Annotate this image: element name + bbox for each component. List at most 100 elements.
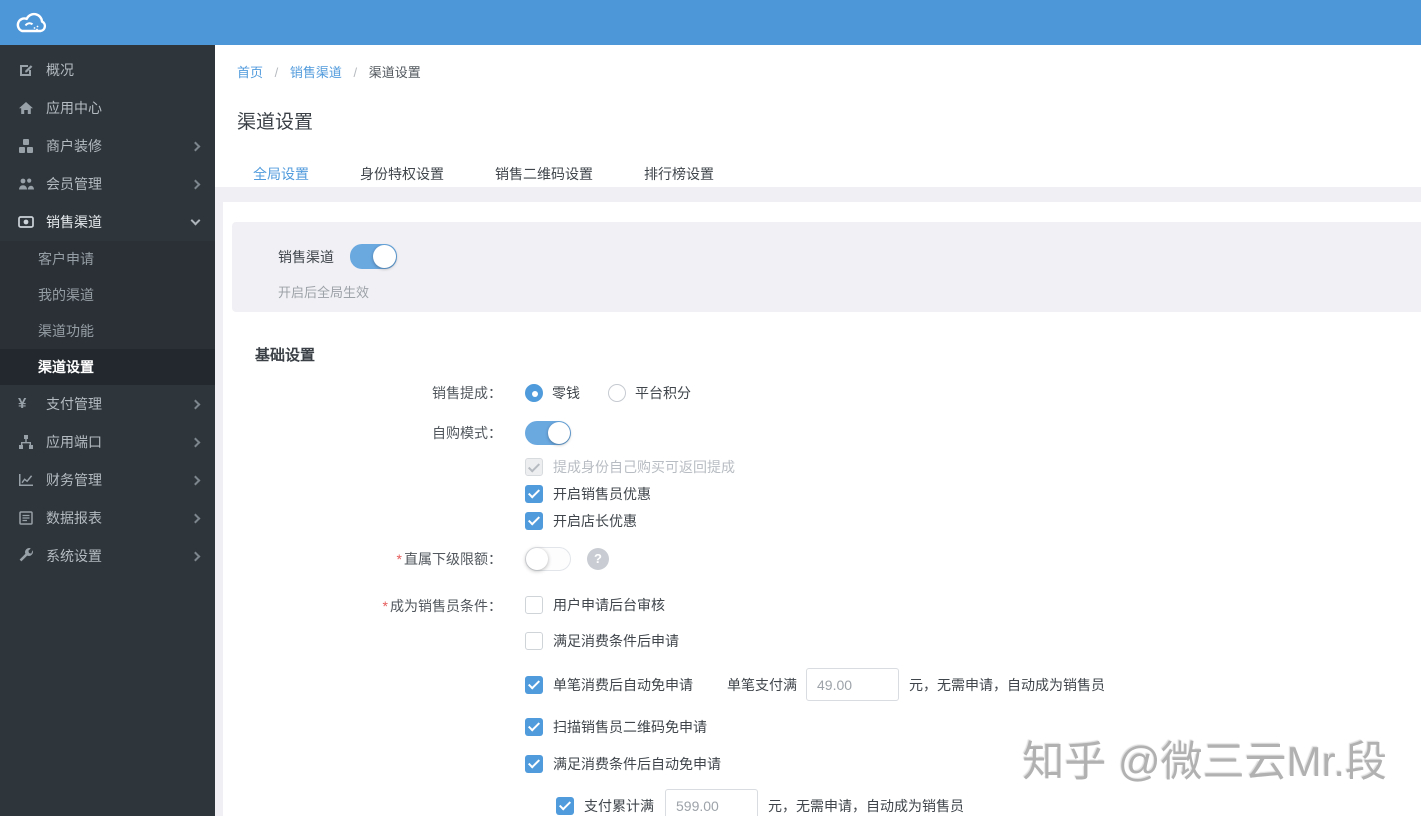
become-salesman-row: * 成为销售员条件： 用户申请后台审核 满足消费条件后申请 单笔消费后自动免申请 … [223, 591, 1421, 816]
sidebar-item-system-settings[interactable]: 系统设置 [0, 537, 215, 575]
sidebar-item-payment-mgmt[interactable]: ¥ 支付管理 [0, 385, 215, 423]
sidebar-item-finance-mgmt[interactable]: 财务管理 [0, 461, 215, 499]
condition-row-auto-free: 满足消费条件后自动免申请 [525, 750, 1105, 777]
boxes-icon [18, 138, 38, 154]
content-divider-band [215, 187, 1421, 202]
sidebar-subitem-channel-function[interactable]: 渠道功能 [0, 313, 215, 349]
chart-icon [18, 472, 38, 488]
salesman-discount-checkbox[interactable] [525, 484, 543, 503]
single-pay-amount-input[interactable] [806, 668, 899, 701]
cumulative-pay-prefix: 支付累计满 [584, 797, 654, 814]
chevron-right-icon [190, 179, 201, 189]
commission-points-radio[interactable] [608, 384, 626, 402]
breadcrumb-section-link[interactable]: 销售渠道 [290, 65, 342, 80]
sidebar-item-label: 财务管理 [46, 472, 102, 488]
sidebar-nav: 概况 应用中心 商户装修 会员管理 销售渠道 客户申请 我的渠道 渠道功能 渠道… [0, 45, 215, 816]
help-icon[interactable]: ? [587, 547, 609, 570]
subitem-label: 渠道设置 [38, 359, 94, 375]
subordinate-limit-label: * 直属下级限额： [396, 550, 502, 567]
chevron-right-icon [190, 551, 201, 561]
option-row: 提成身份自己购买可返回提成 [223, 453, 1421, 480]
sidebar-item-app-center[interactable]: 应用中心 [0, 89, 215, 127]
breadcrumb-separator: / [274, 65, 279, 80]
breadcrumb: 首页 / 销售渠道 / 渠道设置 [215, 45, 1421, 81]
sidebar-item-merchant-decor[interactable]: 商户装修 [0, 127, 215, 165]
commission-row: 销售提成： 零钱 平台积分 [223, 381, 1421, 405]
condition-row-single-pay: 单笔消费后自动免申请 单笔支付满 元，无需申请，自动成为销售员 [525, 668, 1105, 701]
sidebar-item-label: 系统设置 [46, 548, 102, 564]
required-asterisk: * [396, 550, 402, 567]
sidebar-item-label: 支付管理 [46, 396, 102, 412]
breadcrumb-home-link[interactable]: 首页 [237, 65, 263, 80]
sidebar-item-app-port[interactable]: 应用端口 [0, 423, 215, 461]
auto-free-label: 满足消费条件后自动免申请 [553, 755, 721, 772]
return-commission-checkbox[interactable] [525, 457, 543, 476]
users-icon [18, 176, 38, 192]
required-asterisk: * [382, 598, 388, 614]
condition-row-scan-qrcode: 扫描销售员二维码免申请 [525, 713, 1105, 740]
page-title: 渠道设置 [237, 112, 314, 133]
commission-label: 销售提成： [432, 385, 502, 401]
basic-settings-title: 基础设置 [255, 347, 316, 364]
cumulative-pay-checkbox[interactable] [556, 796, 574, 815]
money-icon [18, 214, 38, 230]
single-pay-prefix: 单笔支付满 [727, 676, 797, 693]
sidebar-item-member-mgmt[interactable]: 会员管理 [0, 165, 215, 203]
breadcrumb-separator: / [353, 65, 358, 80]
manager-discount-label: 开启店长优惠 [553, 512, 637, 529]
single-pay-suffix: 元，无需申请，自动成为销售员 [909, 676, 1105, 693]
cumulative-pay-amount-input[interactable] [665, 789, 758, 816]
breadcrumb-current: 渠道设置 [368, 65, 421, 80]
sidebar-subitem-my-channel[interactable]: 我的渠道 [0, 277, 215, 313]
self-purchase-label: 自购模式： [432, 424, 502, 441]
subitem-label: 我的渠道 [38, 287, 94, 303]
home-icon [18, 100, 38, 116]
self-purchase-row: 自购模式： [223, 420, 1421, 445]
report-icon [18, 510, 38, 526]
channel-toggle-label: 销售渠道 [278, 248, 334, 265]
chevron-right-icon [190, 513, 201, 523]
sidebar-item-sales-channel[interactable]: 销售渠道 [0, 203, 215, 241]
commission-cash-radio[interactable] [525, 384, 543, 402]
subordinate-limit-row: * 直属下级限额： ? [223, 546, 1421, 571]
self-purchase-toggle[interactable] [525, 420, 571, 445]
consume-apply-checkbox[interactable] [525, 631, 543, 650]
chevron-right-icon [190, 437, 201, 447]
port-icon [18, 434, 38, 450]
sidebar-item-overview[interactable]: 概况 [0, 51, 215, 89]
subordinate-limit-toggle[interactable] [525, 546, 571, 571]
chevron-right-icon [190, 475, 201, 485]
single-pay-label: 单笔消费后自动免申请 [553, 676, 693, 693]
sidebar-subitem-customer-apply[interactable]: 客户申请 [0, 241, 215, 277]
single-pay-checkbox[interactable] [525, 675, 543, 694]
manager-discount-checkbox[interactable] [525, 511, 543, 530]
wrench-icon [18, 548, 38, 564]
option-row: 开启销售员优惠 [223, 480, 1421, 507]
apply-review-label: 用户申请后台审核 [553, 596, 665, 613]
sidebar-item-label: 商户装修 [46, 138, 102, 154]
scan-qrcode-checkbox[interactable] [525, 717, 543, 736]
apply-review-checkbox[interactable] [525, 595, 543, 614]
auto-free-checkbox[interactable] [525, 754, 543, 773]
salesman-discount-label: 开启销售员优惠 [553, 485, 651, 502]
top-header-bar [0, 0, 1421, 45]
chevron-right-icon [190, 399, 201, 409]
sidebar-item-label: 数据报表 [46, 510, 102, 526]
sidebar-subitem-channel-settings[interactable]: 渠道设置 [0, 349, 215, 385]
condition-row-cumulative-pay: 支付累计满 元，无需申请，自动成为销售员 [556, 789, 1105, 816]
content-left-gutter [215, 187, 223, 816]
cloud-logo-icon [13, 7, 51, 38]
commission-cash-label: 零钱 [552, 385, 580, 401]
chevron-down-icon [190, 215, 201, 226]
sidebar-item-data-report[interactable]: 数据报表 [0, 499, 215, 537]
scan-qrcode-label: 扫描销售员二维码免申请 [553, 718, 707, 735]
chevron-right-icon [190, 141, 201, 151]
main-content: 首页 / 销售渠道 / 渠道设置 渠道设置 全局设置 身份特权设置 销售二维码设… [215, 45, 1421, 816]
sidebar-item-label: 销售渠道 [46, 214, 102, 230]
channel-master-toggle[interactable] [350, 244, 397, 269]
sidebar-item-label: 会员管理 [46, 176, 102, 192]
condition-row-consume-apply: 满足消费条件后申请 [525, 627, 1105, 654]
sidebar-item-label: 概况 [46, 62, 74, 78]
self-purchase-options: 提成身份自己购买可返回提成 开启销售员优惠 开启店长优惠 [223, 453, 1421, 534]
channel-toggle-helper: 开启后全局生效 [278, 285, 370, 300]
